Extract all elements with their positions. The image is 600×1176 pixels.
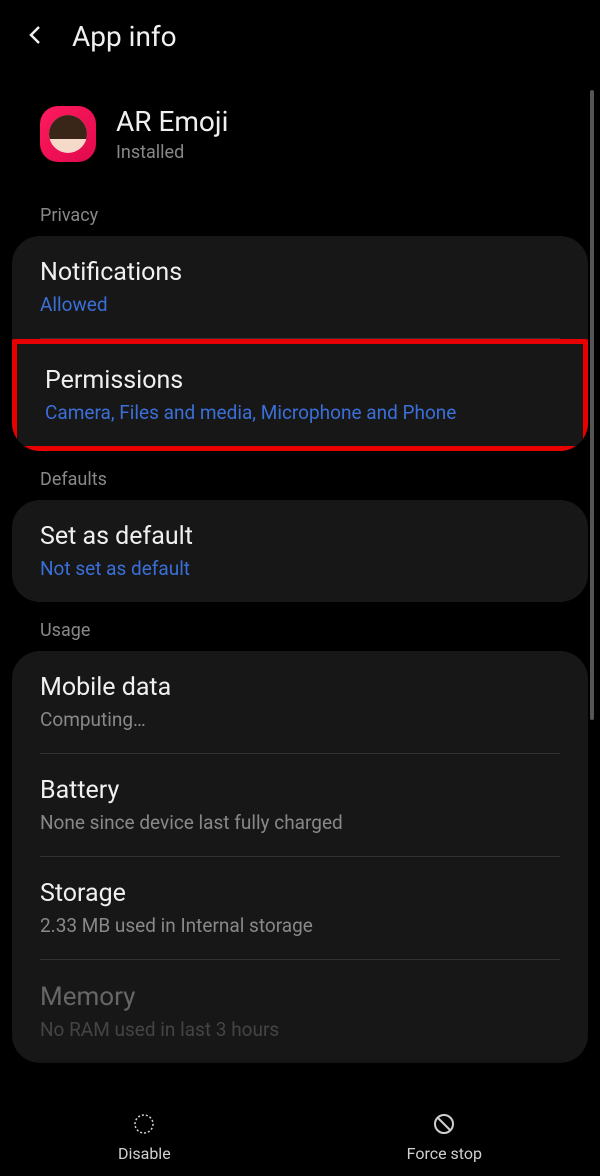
set-as-default-row[interactable]: Set as default Not set as default	[12, 500, 588, 602]
mobile-data-title: Mobile data	[40, 673, 560, 702]
bottom-bar: Disable Force stop	[0, 1098, 600, 1176]
set-as-default-value: Not set as default	[40, 557, 560, 580]
back-icon[interactable]	[24, 23, 48, 51]
notifications-row[interactable]: Notifications Allowed	[12, 236, 588, 338]
storage-title: Storage	[40, 879, 560, 908]
section-header-privacy: Privacy	[0, 187, 600, 236]
usage-card: Mobile data Computing… Battery None sinc…	[12, 651, 588, 1063]
mobile-data-value: Computing…	[40, 708, 560, 731]
app-header: AR Emoji Installed	[0, 73, 600, 187]
defaults-card: Set as default Not set as default	[12, 500, 588, 602]
disable-button[interactable]: Disable	[118, 1112, 171, 1163]
app-name: AR Emoji	[116, 105, 228, 138]
notifications-title: Notifications	[40, 258, 560, 287]
app-icon	[40, 106, 96, 162]
battery-row[interactable]: Battery None since device last fully cha…	[12, 754, 588, 856]
memory-value: No RAM used in last 3 hours	[40, 1018, 560, 1041]
section-header-usage: Usage	[0, 602, 600, 651]
disable-label: Disable	[118, 1144, 171, 1163]
privacy-card: Notifications Allowed Permissions Camera…	[12, 236, 588, 451]
force-stop-icon	[432, 1112, 456, 1140]
section-header-defaults: Defaults	[0, 451, 600, 500]
memory-row[interactable]: Memory No RAM used in last 3 hours	[12, 960, 588, 1063]
force-stop-label: Force stop	[407, 1144, 482, 1163]
page-title: App info	[72, 20, 177, 53]
permissions-row[interactable]: Permissions Camera, Files and media, Mic…	[12, 339, 588, 451]
permissions-title: Permissions	[45, 366, 555, 395]
notifications-value: Allowed	[40, 293, 560, 316]
set-as-default-title: Set as default	[40, 522, 560, 551]
memory-title: Memory	[40, 982, 560, 1012]
storage-value: 2.33 MB used in Internal storage	[40, 914, 560, 937]
header: App info	[0, 0, 600, 73]
fade-overlay	[0, 1058, 600, 1098]
battery-title: Battery	[40, 776, 560, 805]
disable-icon	[132, 1112, 156, 1140]
storage-row[interactable]: Storage 2.33 MB used in Internal storage	[12, 857, 588, 959]
scrollbar[interactable]	[590, 90, 594, 720]
app-status: Installed	[116, 142, 228, 163]
battery-value: None since device last fully charged	[40, 811, 560, 834]
mobile-data-row[interactable]: Mobile data Computing…	[12, 651, 588, 753]
force-stop-button[interactable]: Force stop	[407, 1112, 482, 1163]
permissions-value: Camera, Files and media, Microphone and …	[45, 401, 555, 424]
